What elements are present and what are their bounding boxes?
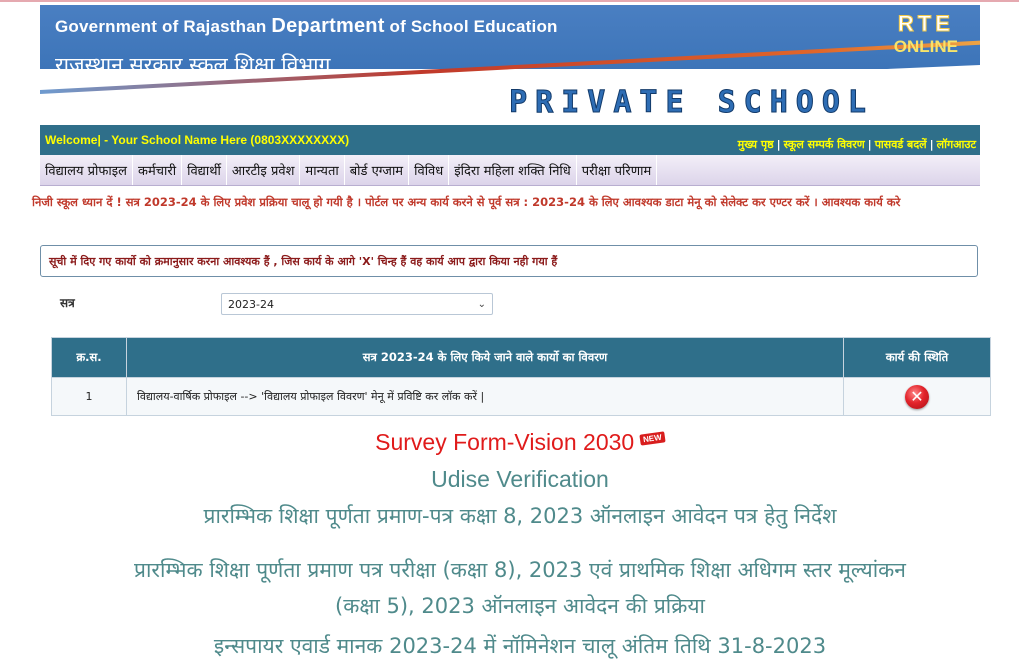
menu-students[interactable]: विद्यार्थी bbox=[182, 155, 227, 185]
main-menu: विद्यालय प्रोफाइल कर्मचारी विद्यार्थी आर… bbox=[40, 155, 980, 186]
menu-exam-result[interactable]: परीक्षा परिणाम bbox=[577, 155, 658, 185]
task-notice: सूची में दिए गए कार्यो को क्रमानुसार करन… bbox=[40, 245, 978, 277]
udise-verification-link[interactable]: Udise Verification bbox=[40, 466, 1000, 493]
link-change-password[interactable]: पासवर्ड बदलें bbox=[875, 138, 927, 151]
chevron-down-icon: ⌄ bbox=[477, 298, 486, 310]
header-title-en: Government of Rajasthan Department of Sc… bbox=[55, 15, 558, 38]
title-en-part3: of School Education bbox=[389, 17, 558, 36]
cell-status: ✕ bbox=[843, 377, 991, 416]
survey-form-link[interactable]: Survey Form-Vision 2030 NEW bbox=[40, 429, 1000, 456]
online-text: ONLINE bbox=[893, 37, 958, 56]
menu-misc[interactable]: विविध bbox=[409, 155, 450, 185]
announcement-marquee: निजी स्कूल ध्यान दें ! सत्र 2023-24 के ल… bbox=[32, 195, 901, 209]
certificate-instructions-link[interactable]: प्रारम्भिक शिक्षा पूर्णता प्रमाण-पत्र कक… bbox=[40, 502, 1000, 530]
private-school-banner: PRIVATE SCHOOL bbox=[509, 85, 874, 121]
new-badge-icon: NEW bbox=[639, 431, 666, 446]
link-home[interactable]: मुख्य पृष्ठ bbox=[738, 138, 774, 151]
welcome-text: Welcome| - Your School Name Here (0803XX… bbox=[45, 133, 350, 147]
notice-text: सूची में दिए गए कार्यो को क्रमानुसार करन… bbox=[49, 254, 558, 268]
cell-description: विद्यालय-वार्षिक प्रोफाइल --> 'विद्यालय … bbox=[126, 377, 844, 416]
close-icon: ✕ bbox=[905, 384, 929, 409]
session-label: सत्र bbox=[60, 296, 75, 310]
rte-text: RTE bbox=[897, 11, 954, 37]
menu-board-exam[interactable]: बोर्ड एग्जाम bbox=[345, 155, 410, 185]
page-frame: Government of Rajasthan Department of Sc… bbox=[0, 0, 1019, 666]
menu-rte-admission[interactable]: आरटीइ प्रवेश bbox=[227, 155, 301, 185]
link-separator: | bbox=[776, 137, 781, 151]
exam-process-link-line2[interactable]: (कक्षा 5), 2023 ऑनलाइन आवेदन की प्रक्रिय… bbox=[40, 592, 1000, 620]
rte-online-logo: RTE ONLINE bbox=[894, 11, 958, 57]
task-table: क्र.स. सत्र 2023-24 के लिए किये जाने वाल… bbox=[51, 337, 991, 416]
header-banner: Government of Rajasthan Department of Sc… bbox=[40, 5, 980, 125]
menu-staff[interactable]: कर्मचारी bbox=[133, 155, 183, 185]
title-en-part1: Government of Rajasthan bbox=[55, 17, 267, 36]
header-title-hi: राजस्थान सरकार स्कूल शिक्षा विभाग bbox=[55, 53, 331, 77]
session-selected-value: 2023-24 bbox=[228, 297, 274, 311]
link-logout[interactable]: लॉगआउट bbox=[937, 138, 976, 151]
session-select[interactable]: 2023-24 ⌄ bbox=[221, 293, 493, 315]
col-status: कार्य की स्थिति bbox=[843, 337, 991, 378]
exam-process-link-line1[interactable]: प्रारम्भिक शिक्षा पूर्णता प्रमाण पत्र पर… bbox=[40, 556, 1000, 584]
inspire-award-link[interactable]: इन्सपायर एवार्ड मानक 2023-24 में नॉमिनेश… bbox=[40, 632, 1000, 660]
cell-sno: 1 bbox=[51, 377, 127, 416]
title-en-part2: Department bbox=[271, 15, 385, 37]
survey-form-text: Survey Form-Vision 2030 bbox=[375, 429, 635, 455]
col-description: सत्र 2023-24 के लिए किये जाने वाले कार्य… bbox=[126, 337, 844, 378]
link-separator: | bbox=[867, 137, 872, 151]
top-links: मुख्य पृष्ठ | स्कूल सम्पर्क विवरण | पासवर्ड … bbox=[738, 129, 980, 152]
menu-indira-mahila-shakti[interactable]: इंदिरा महिला शक्ति निधि bbox=[449, 155, 577, 185]
table-header-row: क्र.स. सत्र 2023-24 के लिए किये जाने वाल… bbox=[51, 337, 991, 378]
welcome-bar: Welcome| - Your School Name Here (0803XX… bbox=[40, 125, 980, 155]
col-sno: क्र.स. bbox=[51, 337, 127, 378]
table-row: 1 विद्यालय-वार्षिक प्रोफाइल --> 'विद्याल… bbox=[51, 377, 991, 416]
link-school-contact[interactable]: स्कूल सम्पर्क विवरण bbox=[784, 138, 865, 151]
menu-recognition[interactable]: मान्यता bbox=[300, 155, 345, 185]
menu-school-profile[interactable]: विद्यालय प्रोफाइल bbox=[40, 155, 133, 185]
link-separator: | bbox=[929, 137, 934, 151]
